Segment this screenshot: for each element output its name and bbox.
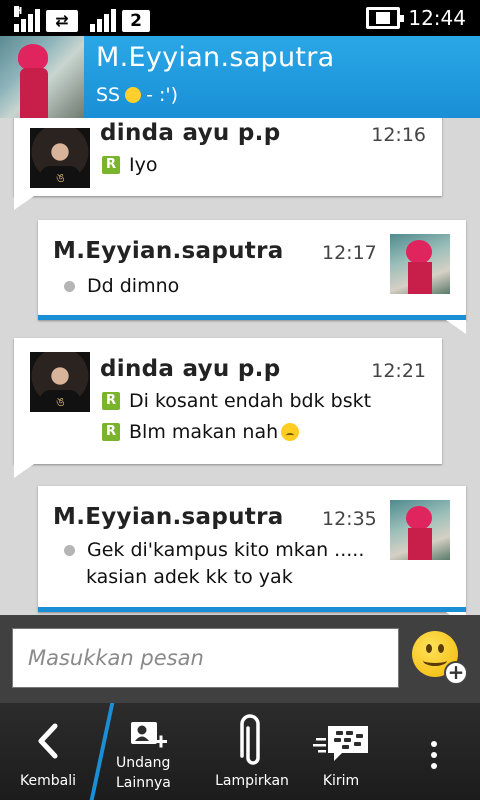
sender-name: M.Eyyian.saputra <box>53 238 284 264</box>
message-text: Blm makan nah <box>129 421 279 443</box>
message-line: Gek di'kampus kito mkan ..... <box>64 539 364 561</box>
message-line: R Di kosant endah bdk bskt <box>102 390 371 412</box>
back-icon <box>0 719 96 763</box>
network-type: H <box>14 6 23 17</box>
message-text: Di kosant endah bdk bskt <box>129 390 372 412</box>
back-button[interactable]: Kembali <box>0 703 96 800</box>
message-line: R Iyo <box>102 154 157 176</box>
message-composer: + <box>0 615 480 703</box>
message-time: 12:35 <box>322 508 377 530</box>
chat-header[interactable]: M.Eyyian.saputra SS - :') <box>0 36 480 118</box>
signal-icon: H <box>14 6 40 32</box>
back-label: Kembali <box>20 773 76 789</box>
message-bubble-outgoing[interactable]: M.Eyyian.saputra 12:35 Gek di'kampus kit… <box>38 486 466 615</box>
invite-more-button[interactable]: Undang Lainnya <box>104 703 188 800</box>
message-text: Iyo <box>129 154 158 176</box>
status-suffix: - :') <box>146 84 179 106</box>
message-bubble-incoming[interactable]: ঙ dinda ayu p.p 12:16 R Iyo <box>14 118 442 210</box>
message-bubble-outgoing[interactable]: M.Eyyian.saputra 12:17 Dd dimno <box>38 220 466 334</box>
status-prefix: SS <box>96 84 121 106</box>
read-badge-icon: R <box>102 392 120 410</box>
smiley-icon <box>125 87 142 103</box>
overflow-menu-icon <box>412 733 456 777</box>
data-transfer-icon: ⇄ <box>46 10 78 32</box>
attach-button[interactable]: Lampirkan <box>206 703 298 800</box>
send-button[interactable]: Kirim <box>306 703 376 800</box>
message-text: kasian adek kk to yak <box>86 566 293 588</box>
contact-avatar[interactable] <box>0 36 84 118</box>
sim-number-badge: 2 <box>122 10 150 32</box>
sad-face-icon <box>281 423 300 441</box>
delivered-dot-icon <box>64 544 75 556</box>
send-label: Kirim <box>322 773 360 789</box>
overflow-menu-button[interactable] <box>412 703 456 800</box>
read-badge-icon: R <box>102 156 120 174</box>
message-line: Dd dimno <box>64 275 179 297</box>
message-line: R Blm makan nah <box>102 421 300 443</box>
message-line: kasian adek kk to yak <box>86 566 293 588</box>
status-bar: H ⇄ 2 12:44 <box>0 0 480 36</box>
delivered-dot-icon <box>64 280 75 292</box>
sender-name: dinda ayu p.p <box>100 356 281 382</box>
message-time: 12:21 <box>371 360 426 382</box>
invite-label-line1: Undang <box>116 755 171 771</box>
attach-label: Lampirkan <box>215 773 289 789</box>
invite-label-line2: Lainnya <box>116 775 171 791</box>
read-badge-icon: R <box>102 423 120 441</box>
attach-icon <box>206 713 298 769</box>
signal-icon-sim2 <box>90 8 116 32</box>
message-time: 12:16 <box>371 124 426 146</box>
emoji-add-icon[interactable]: + <box>412 631 468 687</box>
message-time: 12:17 <box>322 242 377 264</box>
sender-avatar: ঙ <box>30 128 90 188</box>
clock: 12:44 <box>408 6 466 30</box>
message-input[interactable] <box>12 628 399 688</box>
message-bubble-incoming[interactable]: ঙ dinda ayu p.p 12:21 R Di kosant endah … <box>14 338 442 478</box>
sender-avatar: ঙ <box>30 352 90 412</box>
sender-avatar <box>390 500 450 560</box>
sender-name: dinda ayu p.p <box>100 120 281 146</box>
sender-avatar <box>390 234 450 294</box>
invite-contact-icon <box>128 715 168 759</box>
contact-name: M.Eyyian.saputra <box>96 42 335 73</box>
sender-name: M.Eyyian.saputra <box>53 504 284 530</box>
chat-conversation[interactable]: ঙ dinda ayu p.p 12:16 R Iyo M.Eyyian.sap… <box>0 118 480 615</box>
message-text: Dd dimno <box>87 275 180 297</box>
contact-status: SS - :') <box>96 84 178 106</box>
battery-charging-icon <box>366 7 405 29</box>
bbm-send-icon <box>306 721 376 765</box>
bottom-action-bar: Kembali Undang Lainnya Lampirkan Kirim <box>0 703 480 800</box>
message-text: Gek di'kampus kito mkan ..... <box>87 539 365 561</box>
